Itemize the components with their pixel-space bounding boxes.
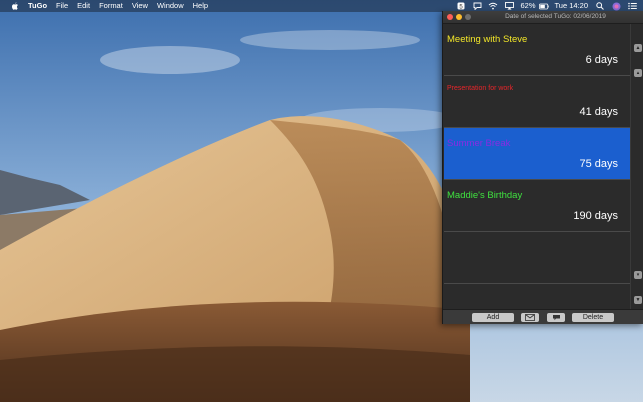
item-title: Meeting with Steve — [447, 34, 528, 45]
menu-window[interactable]: Window — [157, 0, 184, 12]
siri-icon[interactable] — [611, 2, 621, 10]
move-up-icon[interactable]: ▴ — [634, 69, 642, 77]
window-titlebar[interactable]: Date of selected TuGo: 02/06/2019 — [443, 11, 643, 24]
item-days: 6 days — [585, 54, 618, 66]
messages-status-icon[interactable] — [472, 2, 482, 10]
add-button[interactable]: Add — [472, 313, 514, 322]
minimize-window-button[interactable] — [456, 14, 462, 20]
tugo-list: Meeting with Steve 6 days Presentation f… — [444, 24, 630, 309]
empty-list-slot[interactable] — [444, 284, 630, 309]
menu-view[interactable]: View — [132, 0, 148, 12]
menu-format[interactable]: Format — [99, 0, 123, 12]
list-item[interactable]: Summer Break 75 days — [444, 128, 630, 180]
item-days: 75 days — [579, 158, 618, 170]
item-days: 41 days — [579, 106, 618, 118]
menu-edit[interactable]: Edit — [77, 0, 90, 12]
item-title: Summer Break — [447, 138, 511, 149]
empty-list-slot[interactable] — [444, 232, 630, 284]
delete-button[interactable]: Delete — [572, 313, 614, 322]
speech-bubble-icon — [552, 315, 560, 321]
list-item[interactable]: Meeting with Steve 6 days — [444, 24, 630, 76]
item-title: Presentation for work — [447, 85, 514, 92]
menu-help[interactable]: Help — [193, 0, 208, 12]
zoom-window-button[interactable] — [465, 14, 471, 20]
item-title: Maddie's Birthday — [447, 190, 523, 201]
airplay-icon[interactable] — [504, 2, 514, 10]
menu-file[interactable]: File — [56, 0, 68, 12]
move-down-icon[interactable]: ▾ — [634, 271, 642, 279]
move-to-bottom-icon[interactable]: ▼ — [634, 296, 642, 304]
list-item[interactable]: Maddie's Birthday 190 days — [444, 180, 630, 232]
wifi-icon[interactable] — [488, 2, 498, 10]
spotlight-search-icon[interactable] — [595, 2, 605, 10]
side-controls: ▲ ▴ ▾ ▼ — [630, 24, 643, 309]
item-days: 190 days — [573, 210, 618, 222]
close-window-button[interactable] — [447, 14, 453, 20]
notification-center-icon[interactable] — [627, 2, 637, 10]
move-to-top-icon[interactable]: ▲ — [634, 44, 642, 52]
list-item[interactable]: Presentation for work 41 days — [444, 76, 630, 128]
window-title: Date of selected TuGo: 02/06/2019 — [505, 13, 606, 20]
email-button[interactable] — [521, 313, 539, 322]
message-button[interactable] — [547, 313, 565, 322]
bottom-toolbar: Add Delete — [443, 309, 643, 324]
apple-menu-icon[interactable] — [10, 1, 20, 11]
battery-icon[interactable] — [538, 2, 549, 10]
envelope-icon — [525, 314, 535, 321]
tugo-status-icon[interactable]: 5 — [456, 2, 466, 10]
tugo-window: Date of selected TuGo: 02/06/2019 Meetin… — [442, 11, 643, 324]
menu-app-name[interactable]: TuGo — [28, 0, 47, 12]
